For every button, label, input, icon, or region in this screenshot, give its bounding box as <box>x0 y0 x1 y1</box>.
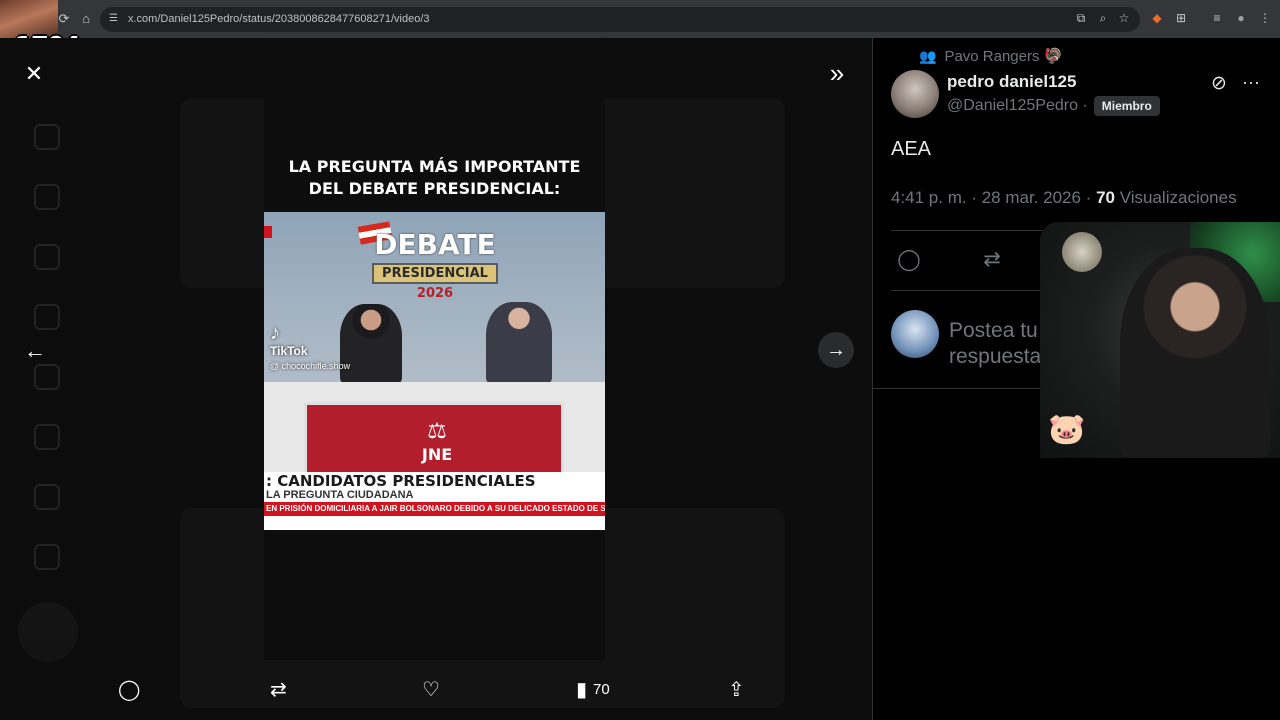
news-ticker: EN PRISIÓN DOMICILIARIA A JAIR BOLSONARO… <box>264 502 605 516</box>
tiktok-logo-icon: ♪ <box>270 322 280 344</box>
microphone-icon <box>1062 232 1102 272</box>
debate-logo: DEBATE PRESIDENCIAL 2026 <box>360 228 510 301</box>
address-bar[interactable]: ☰ x.com/Daniel125Pedro/status/2038008628… <box>100 7 1140 32</box>
debate-presidencial: PRESIDENCIAL <box>372 263 498 284</box>
panel-repost-icon[interactable]: ⇄ <box>978 246 1006 274</box>
lower-third-subtitle: LA PREGUNTA CIUDADANA <box>266 489 414 501</box>
repost-icon: ⇄ <box>270 679 287 701</box>
video-player[interactable]: LA PREGUNTA MÁS IMPORTANTE DEL DEBATE PR… <box>264 38 605 660</box>
debate-year: 2026 <box>416 286 454 301</box>
puzzle-icon[interactable]: ⊞ <box>1174 11 1188 25</box>
jne-panel: ⚖ JNE <box>304 402 564 480</box>
previous-media-button[interactable]: ← <box>18 334 52 368</box>
more-options-icon[interactable]: ··· <box>1239 70 1263 94</box>
repost-button[interactable]: ⇄ <box>270 678 287 702</box>
video-caption-line2: DEL DEBATE PRESIDENCIAL: <box>308 179 561 198</box>
reply-button[interactable]: ◯ <box>118 678 140 702</box>
next-media-button[interactable]: → <box>818 332 854 368</box>
expand-panel-icon[interactable]: » <box>822 58 852 88</box>
views-bar-icon: ▮ <box>576 679 588 701</box>
share-button[interactable]: ⇪ <box>728 678 745 702</box>
lower-third-title: : CANDIDATOS PRESIDENCIALES <box>266 472 536 490</box>
like-button[interactable]: ♡ <box>422 678 440 702</box>
community-icon: 👥 <box>919 47 937 64</box>
tiktok-handle: @ chocochifle.show <box>270 361 351 371</box>
media-icon[interactable]: ≡ <box>1210 11 1224 25</box>
reply-icon: ◯ <box>118 679 141 701</box>
extension-icon[interactable]: ◆ <box>1150 11 1164 25</box>
views-count: 70 <box>593 681 610 698</box>
video-frame: DEBATE PRESIDENCIAL 2026 ⚖ JNE ♪ TikTok … <box>264 212 605 530</box>
post-views-count: 70 <box>1096 188 1115 207</box>
red-tag-mark <box>264 226 272 238</box>
media-action-bar: ◯ ⇄ ♡ ▮ 70 ⇪ <box>0 668 872 712</box>
post-meta: 4:41 p. m. · 28 mar. 2026 · 70 Visualiza… <box>891 188 1237 208</box>
community-name[interactable]: Pavo Rangers 🦃 <box>944 47 1062 65</box>
author-handle[interactable]: @Daniel125Pedro · <box>947 97 1088 115</box>
tiktok-watermark: ♪ TikTok @ chocochifle.show <box>270 322 350 373</box>
bookmark-star-icon[interactable]: ☆ <box>1117 11 1131 25</box>
current-user-avatar <box>891 310 939 358</box>
home-icon[interactable]: ⌂ <box>78 11 94 27</box>
install-icon[interactable]: ⧉ <box>1074 11 1088 26</box>
views-button[interactable]: ▮ 70 <box>576 678 610 702</box>
zoom-icon[interactable]: ⌕ <box>1096 11 1110 26</box>
share-icon: ⇪ <box>728 679 745 701</box>
pig-sticker-icon: 🐷 <box>1048 413 1086 446</box>
author-avatar[interactable] <box>891 70 939 118</box>
profile-icon[interactable]: ● <box>1234 11 1248 25</box>
post-text: AEA <box>891 138 932 160</box>
site-settings-icon[interactable]: ☰ <box>109 13 118 24</box>
author-name[interactable]: pedro daniel125 <box>947 72 1076 92</box>
tiktok-label: TikTok <box>270 344 308 358</box>
url-text[interactable]: x.com/Daniel125Pedro/status/203800862847… <box>128 13 430 25</box>
grok-icon[interactable]: ⊘ <box>1207 72 1231 96</box>
streamer-figure <box>1120 248 1270 458</box>
reload-icon[interactable]: ⟳ <box>56 11 72 27</box>
like-icon: ♡ <box>422 679 440 701</box>
author-handle-line: @Daniel125Pedro · Miembro <box>947 96 1160 116</box>
jne-emblem-icon: ⚖ <box>427 419 447 444</box>
debate-word: DEBATE <box>374 228 496 261</box>
community-label[interactable]: 👥 Pavo Rangers 🦃 <box>919 47 1062 66</box>
video-caption: LA PREGUNTA MÁS IMPORTANTE DEL DEBATE PR… <box>264 156 605 200</box>
lower-third: : CANDIDATOS PRESIDENCIALES LA PREGUNTA … <box>264 472 605 530</box>
video-caption-line1: LA PREGUNTA MÁS IMPORTANTE <box>288 157 581 176</box>
panel-reply-icon[interactable]: ◯ <box>895 246 923 274</box>
post-views-label: Visualizaciones <box>1119 188 1237 207</box>
browser-toolbar: ⟳ ⌂ ☰ x.com/Daniel125Pedro/status/203800… <box>0 0 1280 38</box>
post-timestamp[interactable]: 4:41 p. m. · 28 mar. 2026 · <box>891 188 1091 207</box>
close-icon[interactable]: ✕ <box>22 62 46 86</box>
media-viewer: ✕ » ← → LA PREGUNTA MÁS IMPORTANTE DEL D… <box>0 38 872 720</box>
debate-desk: ⚖ JNE <box>264 382 605 482</box>
jne-label: JNE <box>421 445 453 464</box>
menu-dots-icon[interactable]: ⋮ <box>1258 11 1272 25</box>
member-badge: Miembro <box>1093 96 1160 116</box>
candidate-figure <box>486 302 552 384</box>
